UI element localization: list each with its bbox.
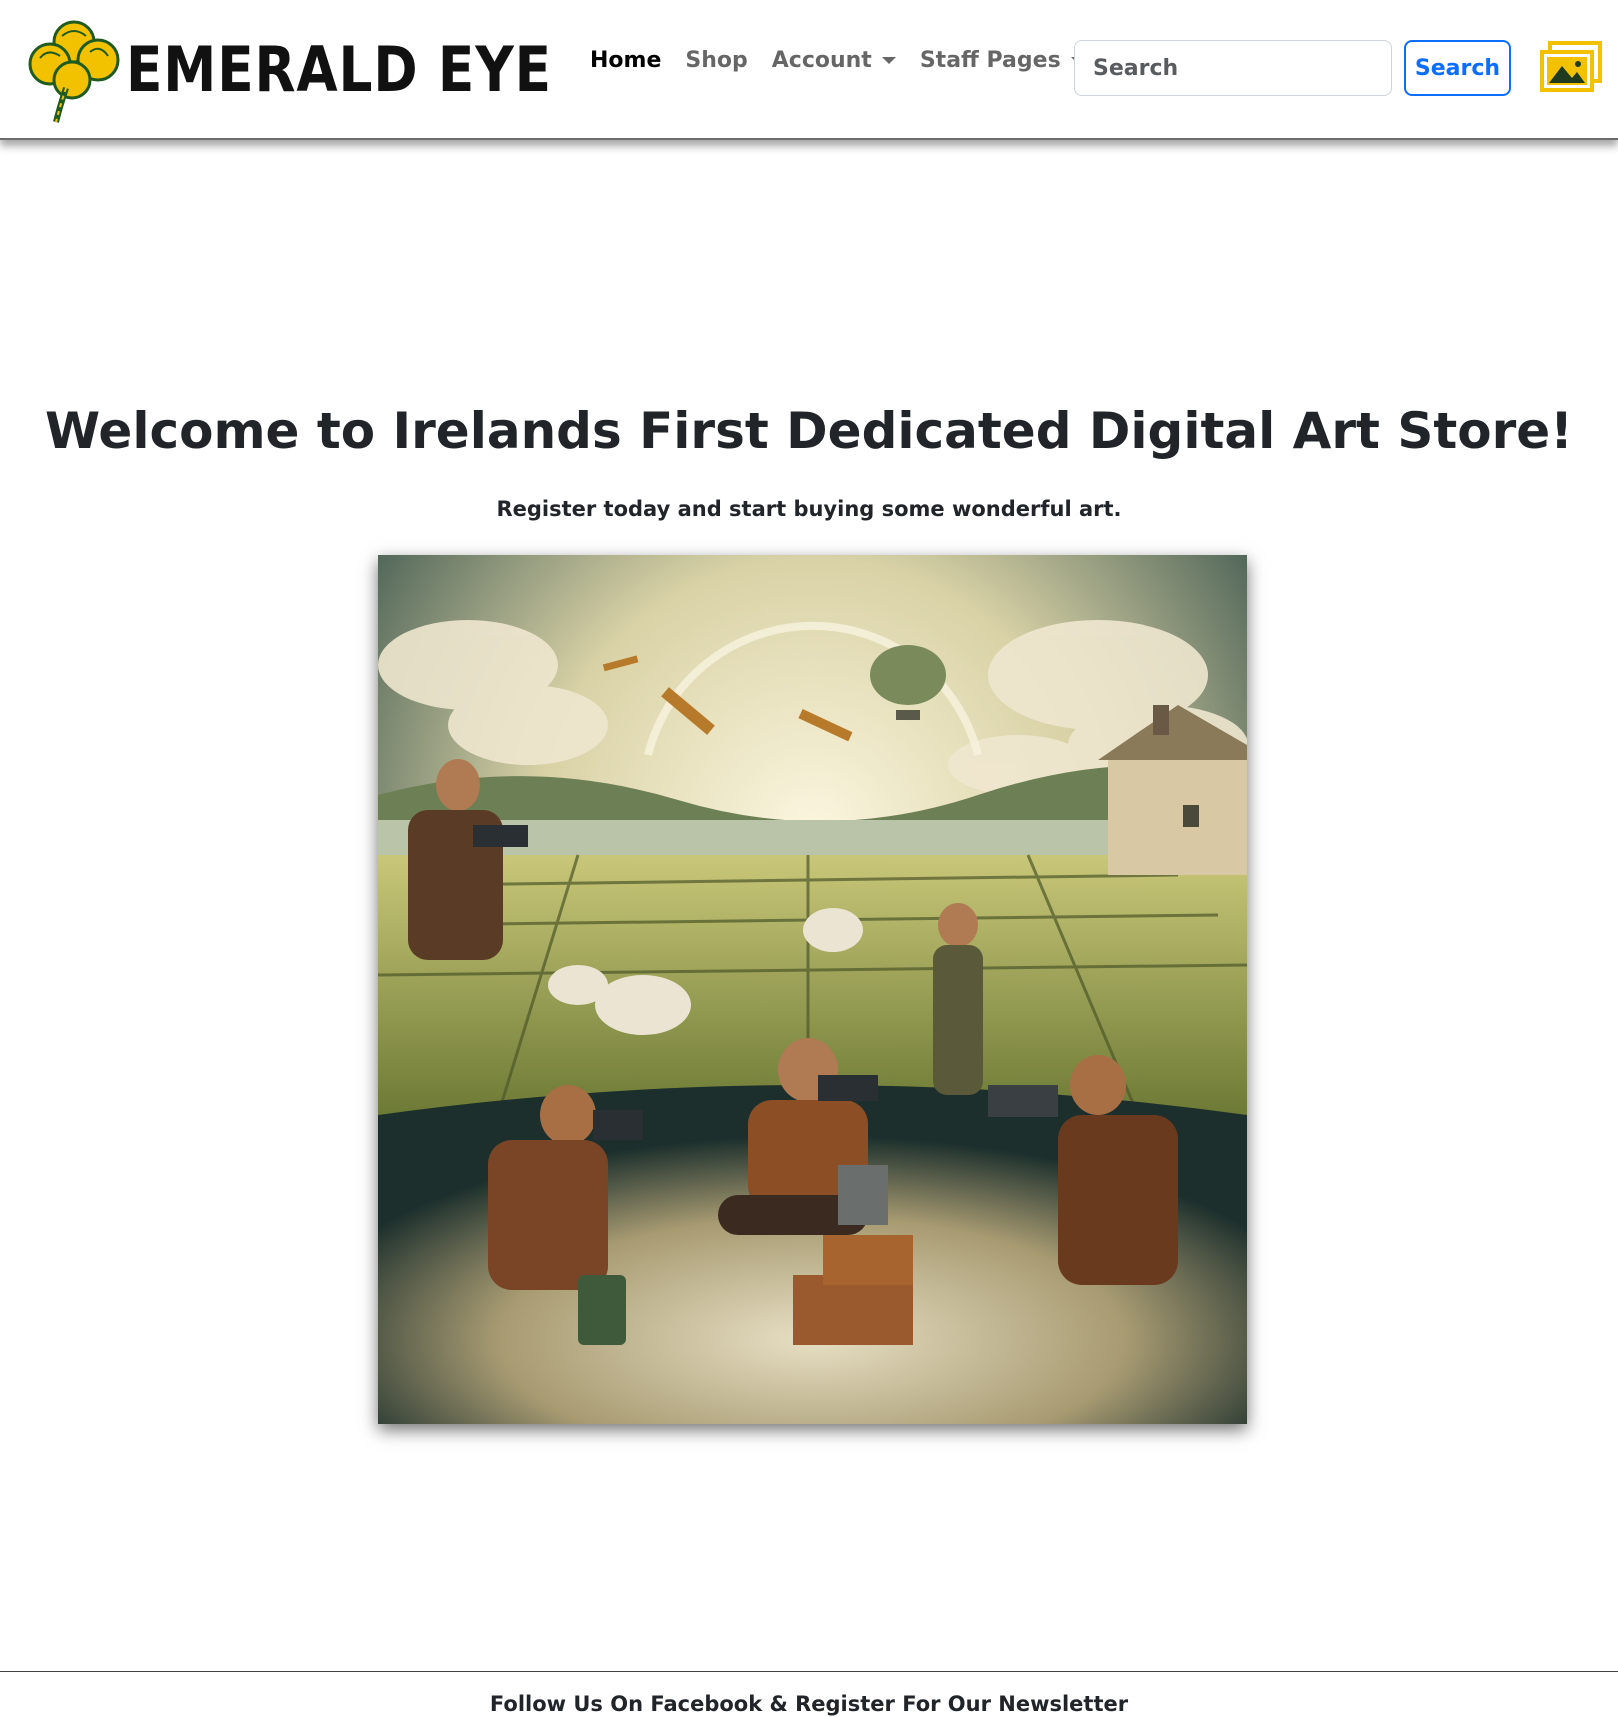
nav-account-label: Account [771,48,872,73]
brand-link[interactable]: EMERALD EYE [26,12,621,127]
nav-links: Home Shop Account Staff Pages [590,48,1109,73]
hero-title: Welcome to Irelands First Dedicated Digi… [45,402,1573,460]
nav-home[interactable]: Home [590,48,661,73]
hero-artwork [378,555,1247,1424]
nav-account-dropdown[interactable]: Account [772,48,896,73]
nav-staff-pages-label: Staff Pages [919,48,1061,73]
brand-name: EMERALD EYE [126,33,552,106]
caret-down-icon [881,57,896,64]
gallery-icon[interactable] [1538,40,1604,94]
nav-shop-label: Shop [685,48,748,73]
hero-artwork-image [378,555,1247,1424]
nav-staff-pages-dropdown[interactable]: Staff Pages [920,48,1085,73]
footer-text: Follow Us On Facebook & Register For Our… [489,1692,1129,1716]
navbar: EMERALD EYE Home Shop Account Staff Page… [0,0,1618,140]
nav-home-label: Home [590,48,662,73]
shamrock-icon [28,20,120,123]
nav-shop[interactable]: Shop [685,48,747,73]
search-button[interactable]: Search [1404,40,1511,96]
hero-subtitle: Register today and start buying some won… [496,497,1122,521]
search-input[interactable] [1074,40,1392,96]
footer: Follow Us On Facebook & Register For Our… [0,1671,1618,1717]
